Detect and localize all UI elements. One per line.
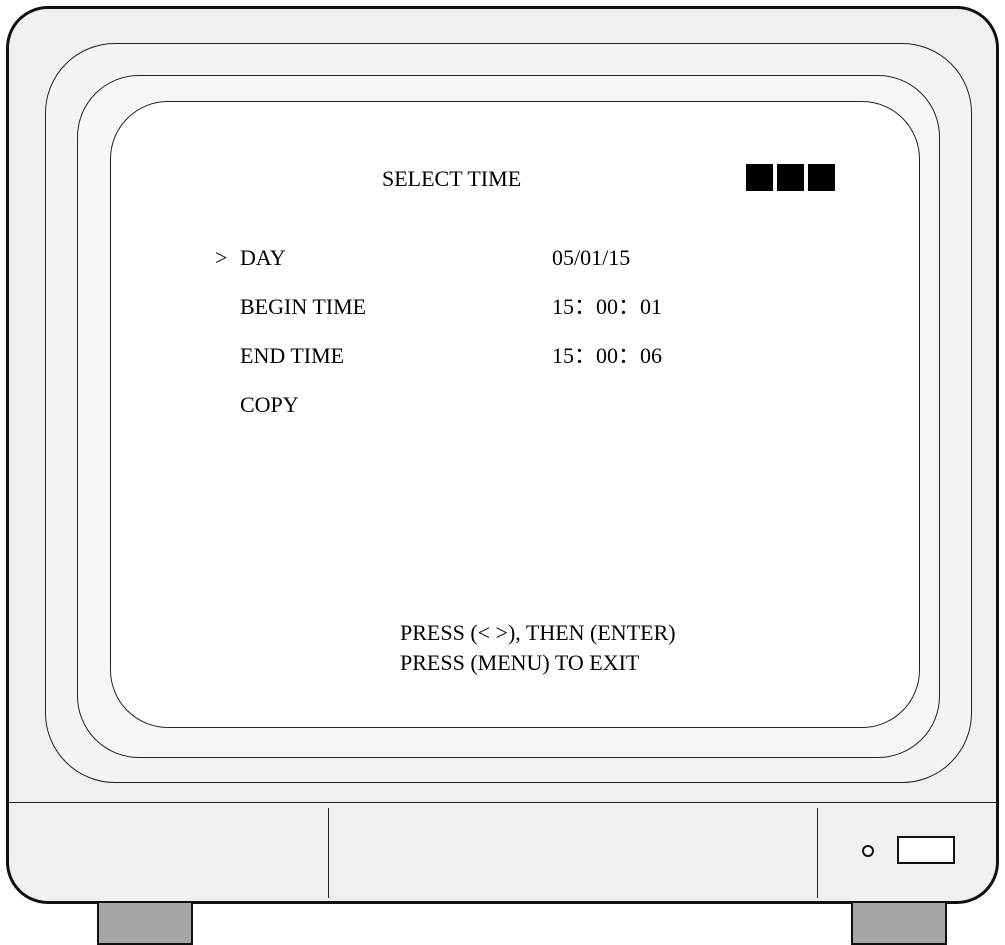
begin-time-value[interactable]: 15：00：01 xyxy=(552,296,662,318)
monitor-foot-left xyxy=(97,903,193,945)
indicator-block xyxy=(746,164,773,191)
menu-item-begin-time[interactable]: BEGIN TIME xyxy=(240,296,366,318)
menu-item-copy[interactable]: COPY xyxy=(240,394,299,416)
power-led-icon xyxy=(862,845,874,857)
menu-title: SELECT TIME xyxy=(382,166,522,191)
base-panel-separator xyxy=(817,808,818,898)
base-divider xyxy=(8,802,997,803)
menu-item-end-time[interactable]: END TIME xyxy=(240,345,344,367)
power-button[interactable] xyxy=(897,836,955,864)
indicator-block xyxy=(777,164,804,191)
base-panel-separator xyxy=(328,808,329,898)
menu-item-day[interactable]: DAY xyxy=(240,247,286,269)
end-time-value[interactable]: 15：00：06 xyxy=(552,345,662,367)
selection-cursor-icon: > xyxy=(215,245,228,270)
exit-hint: PRESS (MENU) TO EXIT xyxy=(400,650,640,675)
status-indicator xyxy=(746,164,835,191)
day-value[interactable]: 05/01/15 xyxy=(552,247,630,269)
monitor-foot-right xyxy=(851,903,947,945)
indicator-block xyxy=(808,164,835,191)
navigation-hint: PRESS (< >), THEN (ENTER) xyxy=(400,620,676,645)
